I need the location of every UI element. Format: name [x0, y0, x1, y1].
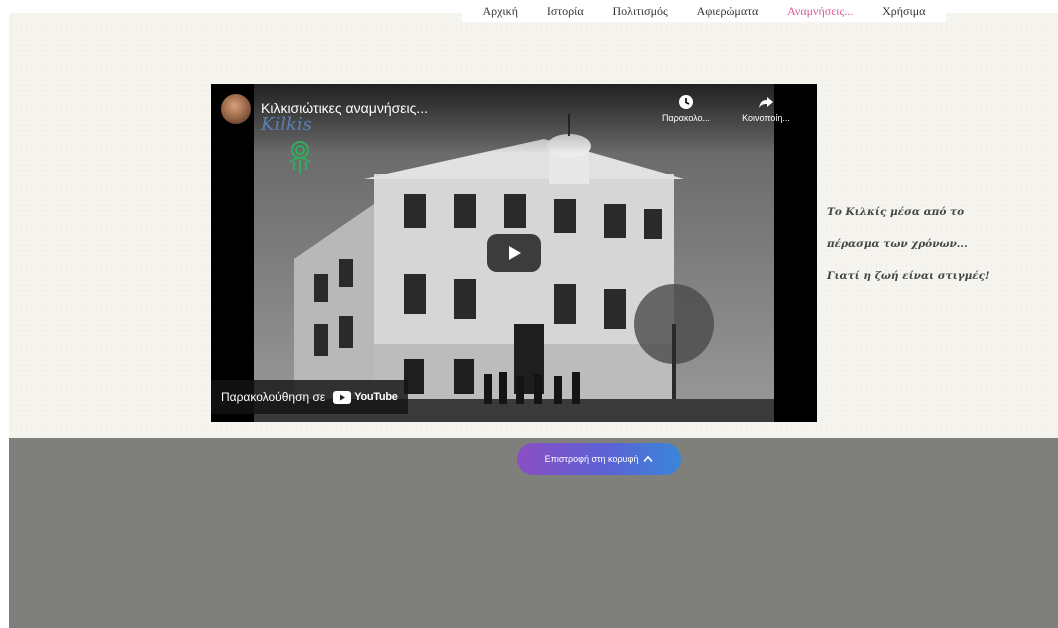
youtube-label: YouTube: [354, 391, 398, 403]
nav-item-useful[interactable]: Χρήσιμα: [882, 4, 925, 19]
back-to-top-button[interactable]: Επιστροφή στη κορυφή: [517, 443, 681, 475]
watch-later-button[interactable]: Παρακολο...: [651, 94, 721, 123]
watch-later-label: Παρακολο...: [661, 113, 711, 123]
clock-icon: [679, 95, 693, 109]
youtube-logo-icon: [333, 390, 352, 404]
main-navigation: Αρχική Ιστορία Πολιτισμός Αφιερώματα Ανα…: [462, 0, 946, 22]
share-button[interactable]: Κοινοποίη...: [731, 94, 801, 123]
nav-item-tributes[interactable]: Αφιερώματα: [697, 4, 759, 19]
page-caption: Το Κιλκίς μέσα από το πέρασμα των χρόνων…: [827, 196, 1027, 292]
nav-item-home[interactable]: Αρχική: [482, 4, 518, 19]
nav-item-culture[interactable]: Πολιτισμός: [613, 4, 668, 19]
play-icon: [509, 246, 521, 260]
youtube-video-embed[interactable]: Κιλκισιώτικες αναμνήσεις... Kilkis Παρακ…: [211, 84, 817, 422]
caption-line: πέρασμα των χρόνων...: [827, 238, 968, 250]
watch-on-youtube-link[interactable]: Παρακολούθηση σε YouTube: [211, 380, 408, 414]
share-arrow-icon: [759, 97, 773, 108]
channel-avatar[interactable]: [221, 94, 251, 124]
channel-logo-text: Kilkis: [261, 114, 312, 135]
back-to-top-label: Επιστροφή στη κορυφή: [544, 454, 639, 464]
fingerprint-logo-icon: [289, 141, 311, 174]
nav-item-memories[interactable]: Αναμνήσεις...: [787, 4, 853, 19]
nav-item-history[interactable]: Ιστορία: [547, 4, 584, 19]
share-label: Κοινοποίη...: [742, 113, 790, 123]
caption-line: Το Κιλκίς μέσα από το: [827, 206, 965, 218]
watch-on-label: Παρακολούθηση σε: [221, 390, 326, 404]
chevron-up-icon: [643, 455, 653, 463]
youtube-logo: YouTube: [333, 390, 398, 404]
play-button[interactable]: [487, 234, 541, 272]
caption-line: Γιατί η ζωή είναι στιγμές!: [827, 270, 990, 282]
